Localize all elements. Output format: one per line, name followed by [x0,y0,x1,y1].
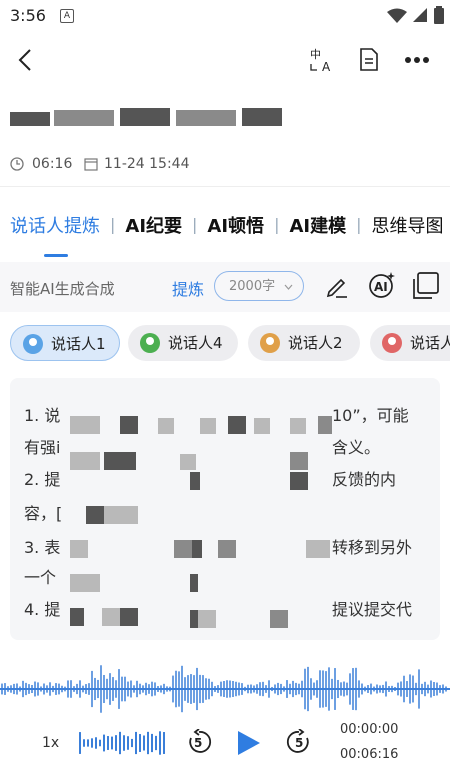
tab-ai-model[interactable]: AI建模 [289,212,346,238]
duration-text: 06:16 [32,156,73,172]
translate-icon[interactable]: 中 A [308,46,336,74]
clock-icon [10,157,24,171]
active-tab-indicator [44,254,68,257]
chevron-down-icon [284,284,293,290]
divider [0,186,450,187]
svg-text:中: 中 [310,48,321,61]
rewind-5-button[interactable]: 5 [186,728,212,755]
battery-icon [434,6,444,24]
wifi-icon [387,8,407,23]
speaker-label: 说话人1 [51,335,106,353]
tab-mind-map[interactable]: 思维导图 [371,212,443,238]
total-time: 00:06:16 [340,747,399,762]
ai-sparkle-icon[interactable]: AI [366,270,396,300]
avatar-icon [23,334,43,354]
content-line-6-start: 一个 [24,568,57,587]
more-icon[interactable] [404,56,430,64]
speaker-label: 说话人4 [168,334,223,352]
tab-ai-minutes[interactable]: AI纪要 [125,212,182,238]
status-bar: 3:56 A [0,0,450,34]
avatar-icon [260,333,280,353]
speaker-label: 说话人3 [410,334,450,352]
back-icon[interactable] [16,48,36,72]
date-text: 11-24 15:44 [104,156,190,172]
word-count-select[interactable]: 2000字 [214,271,304,301]
notification-icon: A [60,9,74,23]
refine-button[interactable]: 提炼 [172,276,204,300]
content-line-2-start: 有强i [24,438,61,457]
calendar-icon [84,158,98,171]
document-icon[interactable] [358,48,380,72]
svg-text:A: A [322,60,331,74]
page-title-redacted [10,102,310,130]
speaker-chip-3[interactable]: 说话人3 [370,325,450,361]
speaker-chip-2[interactable]: 说话人2 [248,325,360,361]
word-count-value: 2000字 [229,279,276,294]
rewind-seconds: 5 [194,736,203,750]
content-line-3-end: 反馈的内 [332,470,397,489]
waveform-scrubber[interactable] [0,664,450,714]
tab-speaker-refine[interactable]: 说话人提炼 [10,212,100,238]
tab-separator: | [356,214,362,234]
content-line-1-start: 1. 说 [24,406,61,425]
avatar-icon [140,333,160,353]
signal-icon [413,8,427,22]
content-line-7-end: 提议提交代 [332,600,413,619]
play-icon[interactable] [236,730,262,756]
tab-ai-insight[interactable]: AI顿悟 [207,212,264,238]
tab-separator: | [192,214,198,234]
edit-icon[interactable] [324,274,350,300]
content-line-7-start: 4. 提 [24,600,61,619]
content-line-3-start: 2. 提 [24,470,61,489]
status-time: 3:56 [10,6,46,25]
tab-separator: | [274,214,280,234]
forward-5-button[interactable]: 5 [286,728,312,755]
speaker-chip-4[interactable]: 说话人4 [128,325,238,361]
forward-seconds: 5 [295,736,304,750]
content-line-5-end: 转移到另外 [332,538,413,557]
speaker-label: 说话人2 [288,334,343,352]
speaker-chip-1[interactable]: 说话人1 [10,325,120,361]
current-time: 00:00:00 [340,722,399,737]
copy-icon[interactable] [410,271,440,301]
top-bar: 中 A [0,38,450,82]
content-line-5-start: 3. 表 [24,538,61,557]
tab-separator: | [110,214,116,234]
mini-waveform-icon [79,731,165,755]
ai-generation-label: 智能AI生成合成 [10,280,115,298]
svg-text:AI: AI [374,280,388,294]
content-line-1-end: 10”，可能 [332,406,409,425]
avatar-icon [382,333,402,353]
content-line-4-start: 容，[ [24,504,63,523]
content-line-2-end: 含义。 [332,438,381,457]
playback-speed-button[interactable]: 1x [42,735,59,751]
tab-bar: 说话人提炼 | AI纪要 | AI顿悟 | AI建模 | 思维导图 [0,212,450,248]
